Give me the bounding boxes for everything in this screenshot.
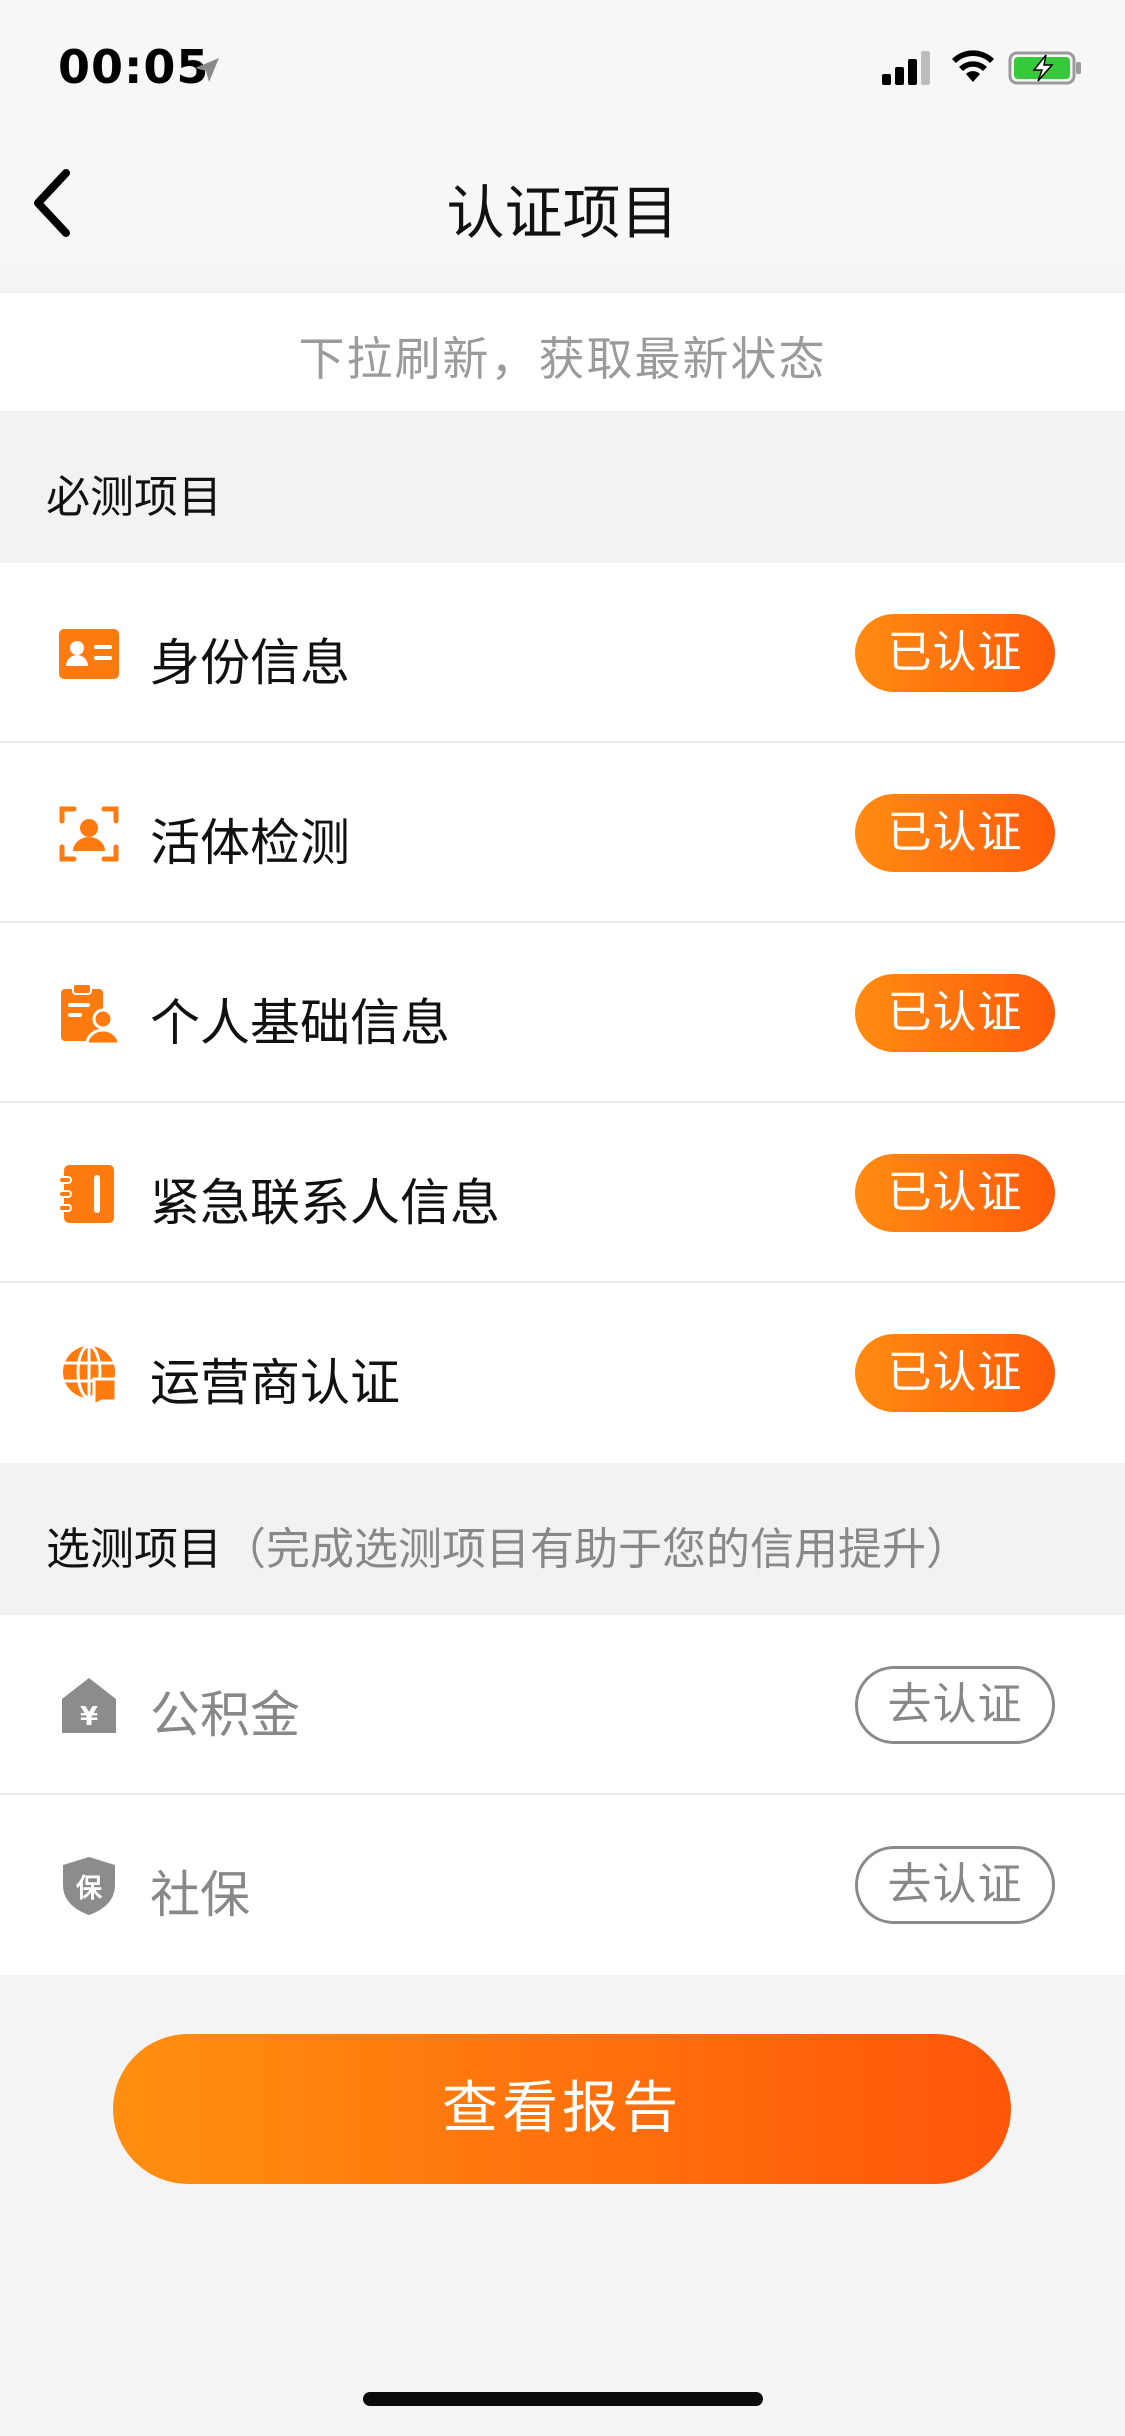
status-badge: 已认证 (855, 1154, 1055, 1232)
optional-section-title: 选测项目（完成选测项目有助于您的信用提升） (46, 1513, 970, 1577)
carrier-globe-icon (63, 1344, 118, 1405)
verify-button[interactable]: 去认证 (855, 1666, 1055, 1744)
face-scan-icon (59, 806, 119, 862)
housing-fund-icon: ¥ (62, 1678, 116, 1733)
svg-text:¥: ¥ (80, 1702, 98, 1732)
list-item-label: 活体检测 (150, 814, 350, 872)
list-item-label: 紧急联系人信息 (150, 1174, 500, 1232)
optional-section-note: （完成选测项目有助于您的信用提升） (222, 1524, 970, 1575)
list-item-label: 社保 (150, 1866, 250, 1924)
list-item-basic-info[interactable]: 个人基础信息 已认证 (0, 923, 1125, 1103)
location-arrow-icon (195, 58, 219, 82)
pull-refresh-hint: 下拉刷新，获取最新状态 (0, 293, 1125, 411)
list-item-carrier[interactable]: 运营商认证 已认证 (0, 1283, 1125, 1463)
status-badge: 已认证 (855, 1334, 1055, 1412)
status-badge: 已认证 (855, 974, 1055, 1052)
nav-bar: 认证项目 (0, 140, 1125, 265)
social-insurance-shield-icon: 保 (63, 1857, 115, 1915)
battery-charging-icon (1008, 51, 1081, 85)
page: 00:05 认证项目 下拉刷新，获取最新状态 必测项目 身份信息 已认证 活体检… (0, 0, 1125, 2436)
required-section-header: 必测项目 (0, 411, 1125, 563)
list-item-id-info[interactable]: 身份信息 已认证 (0, 563, 1125, 743)
home-indicator (363, 2392, 763, 2406)
list-item-label: 个人基础信息 (150, 994, 450, 1052)
list-item-liveness[interactable]: 活体检测 已认证 (0, 743, 1125, 923)
wifi-icon (952, 50, 994, 82)
list-item-label: 公积金 (150, 1686, 300, 1744)
optional-section-header: 选测项目（完成选测项目有助于您的信用提升） (0, 1463, 1125, 1615)
list-item-social-insurance[interactable]: 保 社保 去认证 (0, 1795, 1125, 1975)
svg-text:保: 保 (75, 1874, 103, 1904)
status-badge: 已认证 (855, 794, 1055, 872)
cellular-signal-icon (882, 51, 930, 85)
personal-info-icon (61, 983, 120, 1045)
status-bar: 00:05 (0, 0, 1125, 140)
list-item-emergency-contact[interactable]: 紧急联系人信息 已认证 (0, 1103, 1125, 1283)
view-report-button[interactable]: 查看报告 (113, 2034, 1011, 2184)
contact-book-icon (58, 1165, 114, 1223)
required-section-title: 必测项目 (46, 472, 222, 523)
list-item-housing-fund[interactable]: ¥ 公积金 去认证 (0, 1615, 1125, 1795)
optional-title-text: 选测项目 (46, 1524, 222, 1575)
list-item-label: 运营商认证 (150, 1354, 400, 1412)
verify-button[interactable]: 去认证 (855, 1846, 1055, 1924)
list-item-label: 身份信息 (150, 634, 350, 692)
pull-refresh-text: 下拉刷新，获取最新状态 (298, 332, 827, 386)
id-card-icon (59, 629, 119, 679)
status-badge: 已认证 (855, 614, 1055, 692)
status-time: 00:05 (58, 40, 210, 94)
page-title: 认证项目 (446, 179, 679, 247)
